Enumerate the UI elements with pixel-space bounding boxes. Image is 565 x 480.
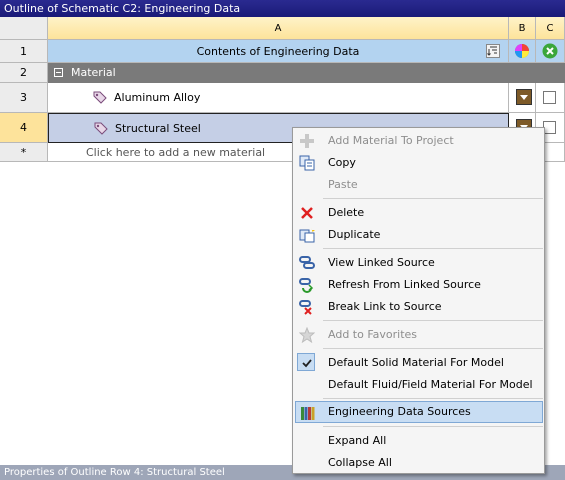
row-number[interactable]: 2 xyxy=(0,63,48,83)
contents-header-cell: Contents of Engineering Data xyxy=(48,40,509,63)
suppress-column-cell xyxy=(536,40,565,63)
menu-item-label: View Linked Source xyxy=(328,256,435,269)
context-menu: Add Material To Project Copy Paste Delet… xyxy=(292,127,545,474)
corner-cell[interactable] xyxy=(0,17,48,40)
column-header-row: A B C xyxy=(0,17,565,40)
menu-item-engineering-data-sources[interactable]: Engineering Data Sources xyxy=(295,401,543,423)
group-label: Material xyxy=(71,66,116,79)
link-refresh-icon xyxy=(299,278,314,293)
menu-separator xyxy=(323,426,543,427)
group-row: 2 Material xyxy=(0,63,565,83)
copy-icon xyxy=(299,155,315,171)
row-number[interactable]: 3 xyxy=(0,83,48,113)
menu-item-label: Delete xyxy=(328,206,365,219)
delete-x-icon xyxy=(301,207,313,219)
checkmark-icon xyxy=(302,359,312,368)
menu-item-view-linked-source[interactable]: View Linked Source xyxy=(295,252,543,274)
menu-item-paste[interactable]: Paste xyxy=(295,174,543,196)
menu-item-label: Paste xyxy=(328,178,358,191)
menu-item-add-material[interactable]: Add Material To Project xyxy=(295,130,543,152)
menu-item-label: Copy xyxy=(328,156,356,169)
contents-label: Contents of Engineering Data xyxy=(196,45,360,58)
menu-separator xyxy=(323,198,543,199)
menu-item-label: Default Fluid/Field Material For Model xyxy=(328,378,533,391)
menu-item-delete[interactable]: Delete xyxy=(295,202,543,224)
menu-item-collapse-all[interactable]: Collapse All xyxy=(295,452,543,474)
collapse-icon[interactable] xyxy=(54,68,63,77)
menu-item-refresh-linked-source[interactable]: Refresh From Linked Source xyxy=(295,274,543,296)
column-header-c[interactable]: C xyxy=(536,17,565,40)
menu-item-label: Engineering Data Sources xyxy=(328,405,471,418)
suppress-cell xyxy=(536,83,565,113)
column-header-a[interactable]: A xyxy=(48,17,509,40)
material-tag-icon xyxy=(94,122,108,135)
menu-item-label: Refresh From Linked Source xyxy=(328,278,481,291)
row-number[interactable]: * xyxy=(0,143,48,162)
menu-item-label: Duplicate xyxy=(328,228,381,241)
group-header-material[interactable]: Material xyxy=(48,63,565,83)
menu-item-label: Add Material To Project xyxy=(328,134,454,147)
table-row: 1 Contents of Engineering Data xyxy=(0,40,565,63)
menu-item-label: Add to Favorites xyxy=(328,328,418,341)
menu-item-label: Break Link to Source xyxy=(328,300,442,313)
menu-item-add-to-favorites[interactable]: Add to Favorites xyxy=(295,324,543,346)
column-header-b[interactable]: B xyxy=(509,17,536,40)
material-cell[interactable]: Aluminum Alloy xyxy=(48,83,509,113)
plus-icon xyxy=(300,134,314,148)
menu-item-default-fluid-material[interactable]: Default Fluid/Field Material For Model xyxy=(295,374,543,396)
row-number[interactable]: 4 xyxy=(0,113,48,143)
color-column-cell xyxy=(509,40,536,63)
dropdown-button[interactable] xyxy=(516,89,532,105)
menu-item-default-solid-material[interactable]: Default Solid Material For Model xyxy=(295,352,543,374)
sort-icon[interactable] xyxy=(486,44,500,58)
material-tag-icon xyxy=(93,91,107,104)
color-wheel-icon[interactable] xyxy=(514,43,530,59)
material-name: Structural Steel xyxy=(115,122,201,135)
menu-item-label: Default Solid Material For Model xyxy=(328,356,504,369)
suppress-checkbox[interactable] xyxy=(543,91,556,104)
menu-separator xyxy=(323,320,543,321)
menu-item-label: Collapse All xyxy=(328,456,392,469)
source-cell xyxy=(509,83,536,113)
star-icon xyxy=(299,327,315,343)
row-number[interactable]: 1 xyxy=(0,40,48,63)
books-icon xyxy=(301,407,315,420)
menu-item-label: Expand All xyxy=(328,434,387,447)
link-view-icon xyxy=(299,256,315,269)
menu-separator xyxy=(323,348,543,349)
material-name: Aluminum Alloy xyxy=(114,91,201,104)
duplicate-icon xyxy=(299,227,315,243)
menu-item-copy[interactable]: Copy xyxy=(295,152,543,174)
window-title: Outline of Schematic C2: Engineering Dat… xyxy=(0,0,565,17)
menu-item-duplicate[interactable]: Duplicate xyxy=(295,224,543,246)
link-break-icon xyxy=(299,300,312,315)
menu-item-break-link[interactable]: Break Link to Source xyxy=(295,296,543,318)
close-circle-icon[interactable] xyxy=(542,43,558,59)
menu-separator xyxy=(323,398,543,399)
menu-item-expand-all[interactable]: Expand All xyxy=(295,430,543,452)
menu-separator xyxy=(323,248,543,249)
table-row[interactable]: 3 Aluminum Alloy xyxy=(0,83,565,113)
